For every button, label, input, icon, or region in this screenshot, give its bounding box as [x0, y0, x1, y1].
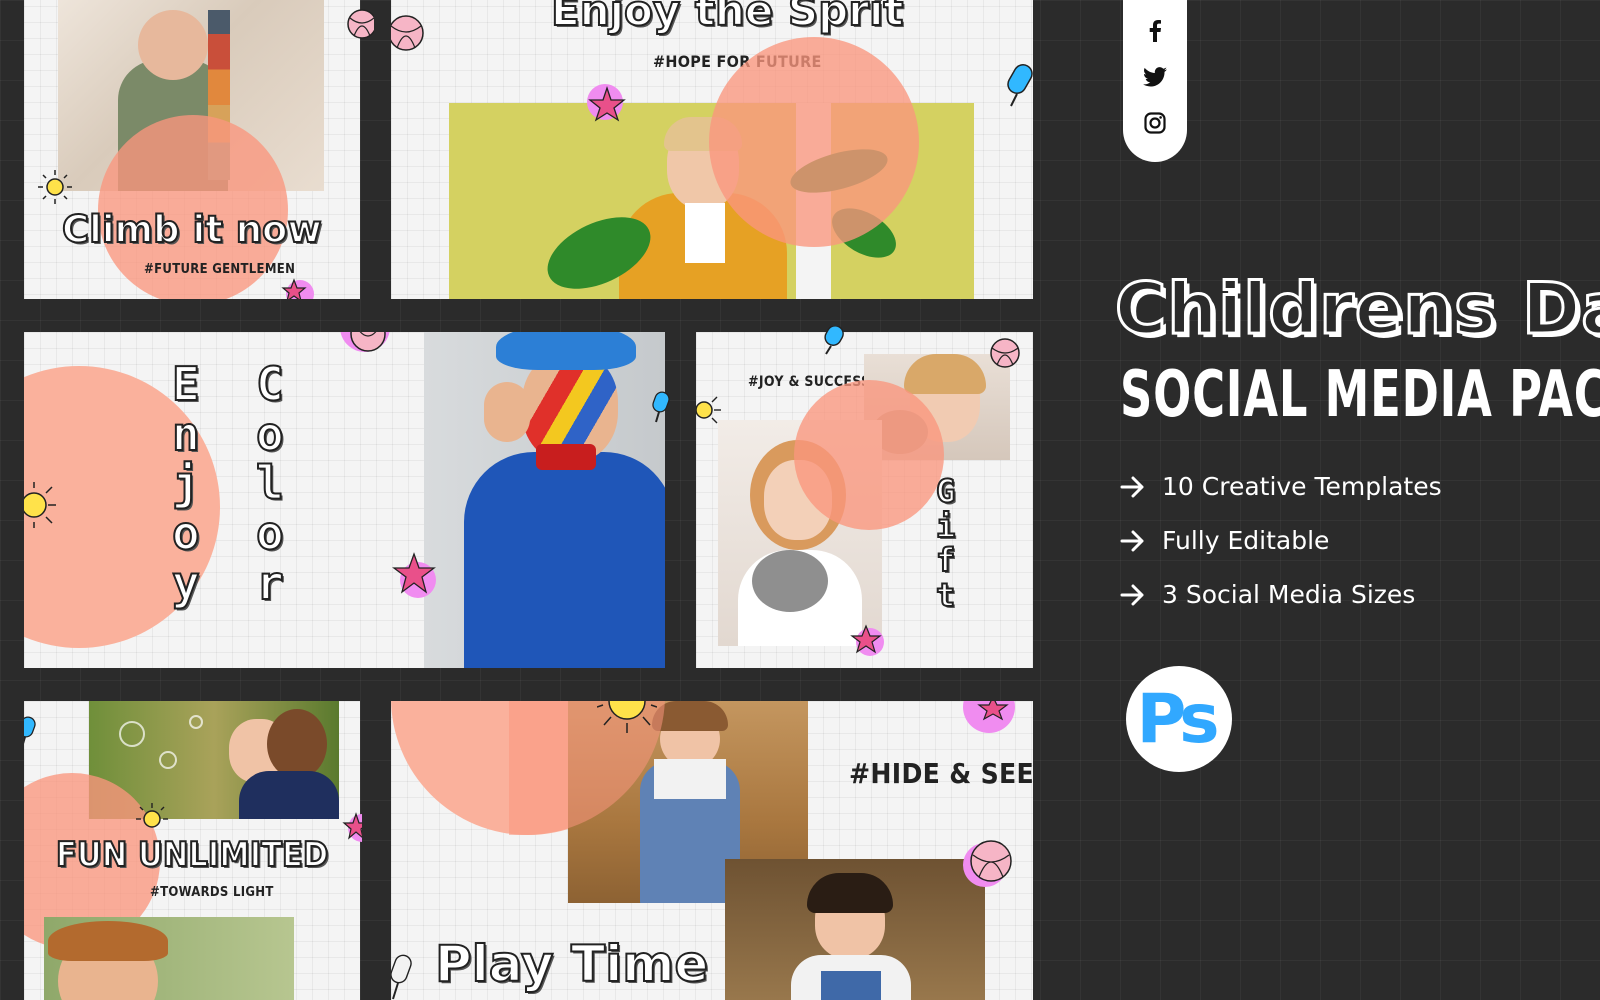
starfish-icon	[281, 278, 314, 299]
starfish-icon	[977, 701, 1009, 721]
template-card-fun: FUN UNLIMITED #TOWARDS LIGHT	[24, 701, 360, 1000]
vertical-word-color: C o l o r	[255, 357, 285, 610]
arrow-right-icon	[1120, 530, 1144, 551]
template-title: Climb it now	[61, 207, 323, 252]
feature-label: 10 Creative Templates	[1162, 472, 1442, 501]
popsicle-icon	[652, 391, 670, 423]
letter: o	[255, 406, 285, 461]
product-subtitle: SOCIAL MEDIA PACK	[1120, 358, 1600, 432]
facebook-icon[interactable]	[1140, 16, 1170, 46]
sun-icon	[24, 482, 56, 528]
letter: f	[935, 541, 956, 580]
letter: l	[255, 456, 285, 511]
product-title: Childrens Day	[1114, 267, 1600, 352]
template-card-climb: Climb it now #FUTURE GENTLEMEN	[24, 0, 360, 299]
letter: n	[171, 406, 201, 461]
popsicle-icon	[24, 716, 36, 744]
popsicle-icon	[824, 326, 844, 355]
letter: r	[255, 555, 285, 610]
letter: j	[171, 456, 201, 511]
photoshop-badge: Ps	[1126, 666, 1232, 772]
starfish-icon	[850, 624, 884, 656]
feature-label: 3 Social Media Sizes	[1162, 580, 1416, 609]
ball-icon	[391, 15, 424, 51]
letter: C	[255, 357, 285, 411]
letter: o	[255, 506, 285, 561]
ball-icon	[990, 338, 1020, 368]
feature-item: 3 Social Media Sizes	[1120, 580, 1415, 609]
starfish-icon	[587, 84, 626, 122]
popsicle-icon	[391, 954, 412, 1000]
social-links-bar	[1123, 0, 1187, 162]
template-card-color: E n j o y C o l o r	[24, 332, 665, 668]
letter: E	[171, 357, 201, 411]
feature-item: Fully Editable	[1120, 526, 1329, 555]
sun-icon	[597, 701, 657, 733]
template-hashtag: #HIDE & SEEK	[849, 757, 1033, 790]
letter: o	[171, 506, 201, 561]
peach-blob	[709, 37, 919, 247]
template-card-gift: #JOY & SUCCESS G i f t	[696, 332, 1033, 668]
arrow-right-icon	[1120, 584, 1144, 605]
photoshop-logo-text: Ps	[1136, 679, 1219, 759]
starfish-icon	[392, 552, 436, 598]
ball-icon	[963, 840, 1012, 887]
vertical-word-enjoy: E n j o y	[171, 357, 201, 610]
letter: i	[935, 506, 956, 545]
template-card-play: #HIDE & SEEK Play Time	[391, 701, 1033, 1000]
template-hashtag: #FUTURE GENTLEMEN	[144, 262, 296, 277]
ball-icon	[347, 9, 374, 39]
letter: t	[935, 575, 956, 614]
sun-icon	[38, 170, 72, 204]
sun-icon	[136, 803, 168, 828]
photo-boy-dandelion	[44, 917, 294, 1000]
template-title: FUN UNLIMITED	[55, 834, 329, 876]
popsicle-icon	[1007, 64, 1033, 107]
instagram-icon[interactable]	[1140, 108, 1170, 138]
starfish-icon	[342, 812, 362, 842]
letter: G	[935, 472, 956, 510]
ball-icon	[350, 332, 386, 352]
vertical-word-gift: G i f t	[935, 472, 956, 614]
letter: y	[171, 555, 201, 610]
feature-label: Fully Editable	[1162, 526, 1330, 555]
photo-toddler-flower	[725, 859, 985, 1000]
template-card-spirit: Enjoy the Sprit #HOPE FOR FUTURE	[391, 0, 1033, 299]
photo-boy-facepaint	[424, 332, 665, 668]
template-title: Play Time	[434, 934, 709, 994]
arrow-right-icon	[1120, 476, 1144, 497]
peach-blob	[794, 380, 944, 530]
template-hashtag: #TOWARDS LIGHT	[150, 885, 274, 900]
sun-icon	[696, 396, 721, 424]
twitter-icon[interactable]	[1140, 62, 1170, 92]
feature-item: 10 Creative Templates	[1120, 472, 1442, 501]
template-title: Enjoy the Sprit	[550, 0, 904, 36]
